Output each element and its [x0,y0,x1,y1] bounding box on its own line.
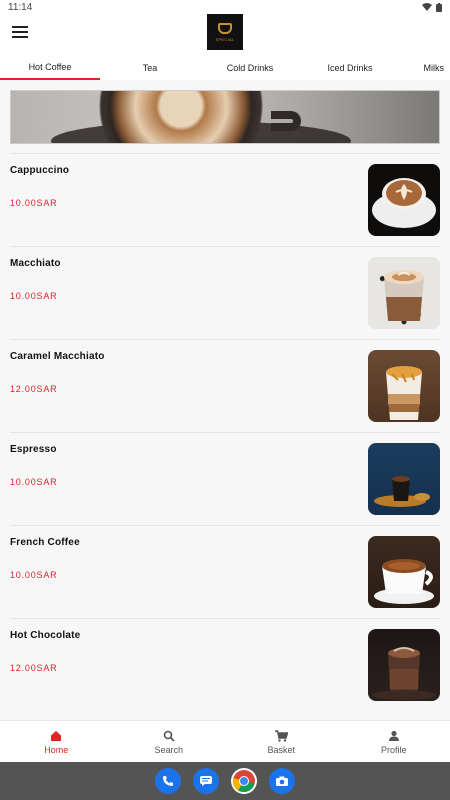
tab-milks[interactable]: Milks [400,56,450,80]
item-price: 10.00SAR [10,570,58,580]
banner-coffee-cup [81,91,281,143]
home-icon [48,729,64,743]
menu-content[interactable]: Cappuccino 10.00SAR Macchiato 10.00SAR C… [0,80,450,720]
espresso-photo [368,443,440,515]
tab-tea[interactable]: Tea [100,56,200,80]
item-name: Macchiato [10,258,61,269]
french-coffee-photo [368,536,440,608]
item-price: 12.00SAR [10,663,58,673]
status-time: 11:14 [8,1,33,13]
macchiato-photo [368,257,440,329]
list-item[interactable]: Macchiato 10.00SAR [10,246,440,339]
list-item[interactable]: French Coffee 10.00SAR [10,525,440,618]
list-item[interactable]: Espresso 10.00SAR [10,432,440,525]
hot-chocolate-photo [368,629,440,701]
phone-icon[interactable] [155,768,181,794]
logo-cup-icon [218,22,232,34]
category-tabs: Hot Coffee Tea Cold Drinks Iced Drinks M… [0,56,450,80]
hamburger-menu-icon[interactable] [12,26,28,40]
nav-home[interactable]: Home [0,721,113,762]
nav-label: Home [44,744,69,755]
nav-profile[interactable]: Profile [338,721,450,762]
item-name: Espresso [10,444,57,455]
status-bar: 11:14 [0,0,450,14]
nav-label: Search [154,744,184,755]
battery-icon [436,2,442,12]
nav-label: Profile [380,744,407,755]
list-item[interactable]: Hot Chocolate 12.00SAR [10,618,440,711]
logo-text: SPECIAL [215,36,235,42]
list-item[interactable]: Cappuccino 10.00SAR [10,153,440,246]
banner-cup-handle [271,111,301,131]
wifi-icon [422,3,432,11]
camera-icon[interactable] [269,768,295,794]
cart-icon [273,729,289,743]
search-icon [161,729,177,743]
cappuccino-photo [368,164,440,236]
brand-logo: SPECIAL [207,14,243,50]
caramel-macchiato-photo [368,350,440,422]
item-price: 10.00SAR [10,198,58,208]
nav-search[interactable]: Search [113,721,226,762]
nav-basket[interactable]: Basket [225,721,338,762]
system-dock [0,762,450,800]
item-price: 12.00SAR [10,384,58,394]
item-name: French Coffee [10,537,80,548]
status-icons [422,2,442,12]
item-price: 10.00SAR [10,291,58,301]
person-icon [386,729,402,743]
app-header: SPECIAL [0,14,450,56]
messages-icon[interactable] [193,768,219,794]
item-name: Hot Chocolate [10,630,81,641]
item-name: Cappuccino [10,165,70,176]
list-item[interactable]: Caramel Macchiato 12.00SAR [10,339,440,432]
tab-cold-drinks[interactable]: Cold Drinks [200,56,300,80]
chrome-icon[interactable] [231,768,257,794]
bottom-navigation: Home Search Basket Profile [0,720,450,762]
promo-banner[interactable] [10,90,440,144]
item-name: Caramel Macchiato [10,351,105,362]
item-price: 10.00SAR [10,477,58,487]
nav-label: Basket [267,744,295,755]
menu-list: Cappuccino 10.00SAR Macchiato 10.00SAR C… [10,153,440,711]
tab-iced-drinks[interactable]: Iced Drinks [300,56,400,80]
tab-hot-coffee[interactable]: Hot Coffee [0,56,100,80]
